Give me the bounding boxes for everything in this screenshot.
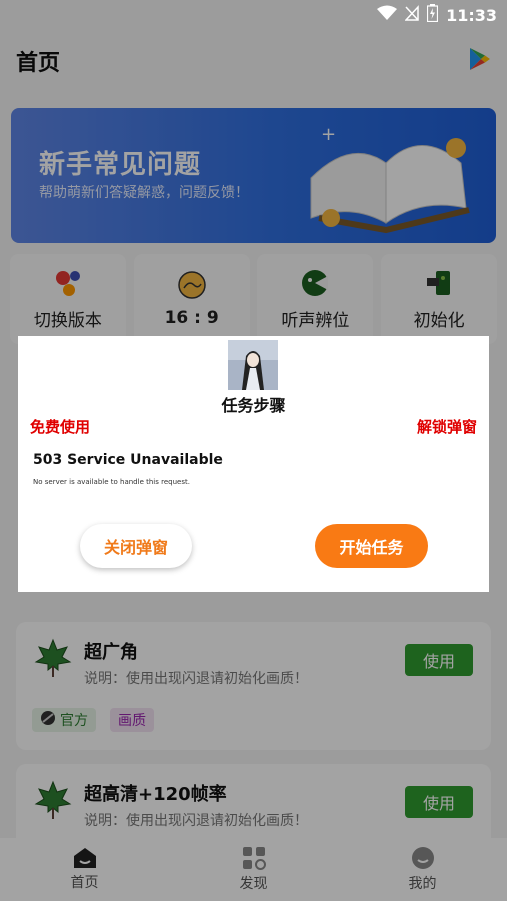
wifi-icon [377,5,398,25]
avatar [228,340,278,390]
error-title: 503 Service Unavailable [33,452,223,468]
free-use-link[interactable]: 免费使用 [30,416,90,437]
status-bar: 11:33 [0,0,507,30]
error-message: No server is available to handle this re… [33,478,190,486]
battery-charging-icon [426,4,439,26]
status-time: 11:33 [446,5,497,25]
close-dialog-button[interactable]: 关闭弹窗 [80,524,192,568]
unlock-dialog-link[interactable]: 解锁弹窗 [417,416,477,437]
start-task-button[interactable]: 开始任务 [315,524,428,568]
dialog-title: 任务步骤 [221,396,286,415]
task-dialog: 任务步骤 免费使用 解锁弹窗 503 Service Unavailable N… [18,336,489,592]
no-signal-icon [404,5,419,25]
